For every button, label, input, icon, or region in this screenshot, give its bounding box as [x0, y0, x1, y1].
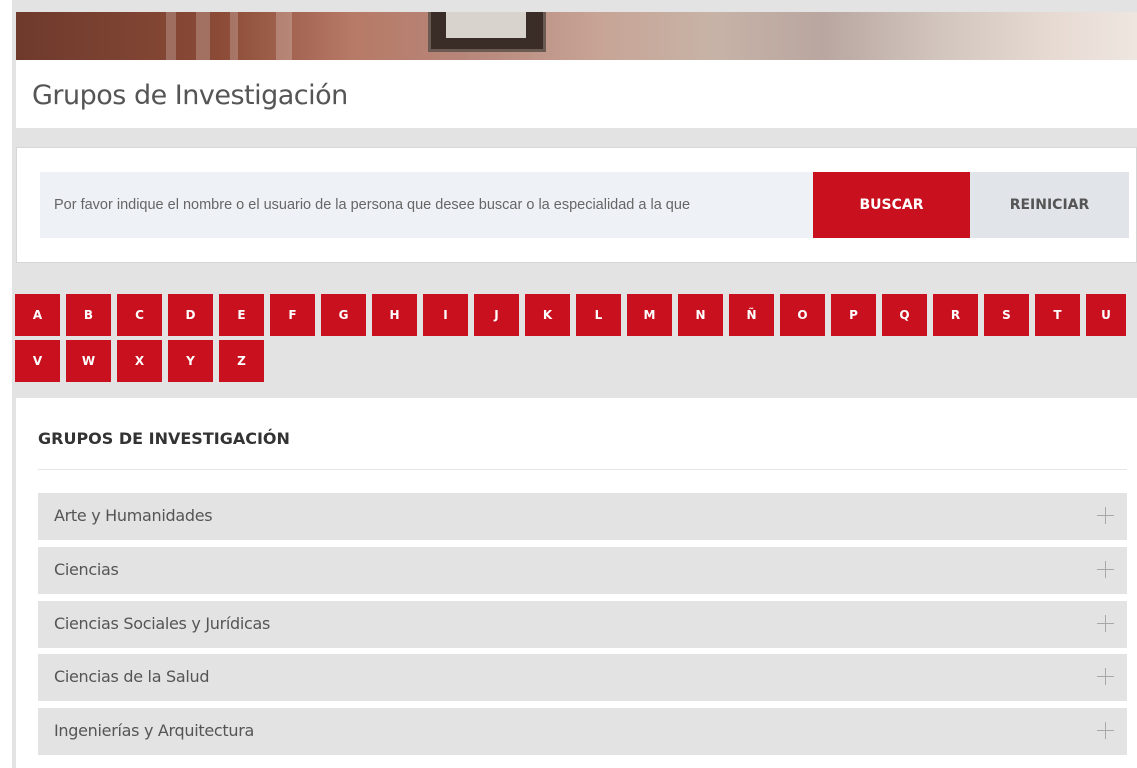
letter-button-r[interactable]: R	[933, 294, 978, 336]
research-groups-panel: GRUPOS DE INVESTIGACIÓN Arte y Humanidad…	[16, 398, 1137, 768]
accordion-label: Ciencias Sociales y Jurídicas	[54, 614, 271, 633]
page-title: Grupos de Investigación	[32, 80, 348, 111]
letter-button-z[interactable]: Z	[219, 340, 264, 382]
accordion-item[interactable]: Ciencias de la Salud	[38, 654, 1127, 701]
plus-icon[interactable]	[1097, 561, 1114, 578]
letter-button-f[interactable]: F	[270, 294, 315, 336]
letter-button-k[interactable]: K	[525, 294, 570, 336]
letter-button-g[interactable]: G	[321, 294, 366, 336]
letter-button-w[interactable]: W	[66, 340, 111, 382]
title-bar: Grupos de Investigación	[16, 60, 1137, 128]
accordion-label: Ciencias	[54, 560, 119, 579]
letter-button-v[interactable]: V	[15, 340, 60, 382]
accordion-label: Arte y Humanidades	[54, 506, 213, 525]
letter-button-o[interactable]: O	[780, 294, 825, 336]
search-button[interactable]: BUSCAR	[813, 172, 970, 238]
accordion-item[interactable]: Ciencias	[38, 547, 1127, 594]
search-input[interactable]	[40, 172, 813, 238]
groups-heading: GRUPOS DE INVESTIGACIÓN	[38, 429, 290, 448]
letter-button-q[interactable]: Q	[882, 294, 927, 336]
header-banner-image	[16, 12, 1137, 60]
reset-button[interactable]: REINICIAR	[970, 172, 1129, 238]
letter-button-y[interactable]: Y	[168, 340, 213, 382]
plus-icon[interactable]	[1097, 668, 1114, 685]
accordion-label: Ingenierías y Arquitectura	[54, 721, 254, 740]
accordion-item[interactable]: Arte y Humanidades	[38, 493, 1127, 540]
divider	[38, 469, 1127, 470]
letter-button-m[interactable]: M	[627, 294, 672, 336]
letter-button-h[interactable]: H	[372, 294, 417, 336]
letter-button-n[interactable]: N	[678, 294, 723, 336]
search-panel: BUSCAR REINICIAR	[16, 147, 1137, 263]
letter-button-j[interactable]: J	[474, 294, 519, 336]
letter-button-e[interactable]: E	[219, 294, 264, 336]
letter-button-c[interactable]: C	[117, 294, 162, 336]
accordion-label: Ciencias de la Salud	[54, 667, 210, 686]
accordion-item[interactable]: Ciencias Sociales y Jurídicas	[38, 601, 1127, 648]
letter-button-b[interactable]: B	[66, 294, 111, 336]
letter-button-ñ[interactable]: Ñ	[729, 294, 774, 336]
accordion-item[interactable]: Ingenierías y Arquitectura	[38, 708, 1127, 755]
plus-icon[interactable]	[1097, 722, 1114, 739]
plus-icon[interactable]	[1097, 507, 1114, 524]
letter-button-x[interactable]: X	[117, 340, 162, 382]
letter-button-i[interactable]: I	[423, 294, 468, 336]
letter-button-s[interactable]: S	[984, 294, 1029, 336]
letter-button-p[interactable]: P	[831, 294, 876, 336]
letter-button-t[interactable]: T	[1035, 294, 1080, 336]
letter-button-l[interactable]: L	[576, 294, 621, 336]
letter-button-u[interactable]: U	[1086, 294, 1126, 336]
plus-icon[interactable]	[1097, 615, 1114, 632]
letter-button-a[interactable]: A	[15, 294, 60, 336]
letter-button-d[interactable]: D	[168, 294, 213, 336]
